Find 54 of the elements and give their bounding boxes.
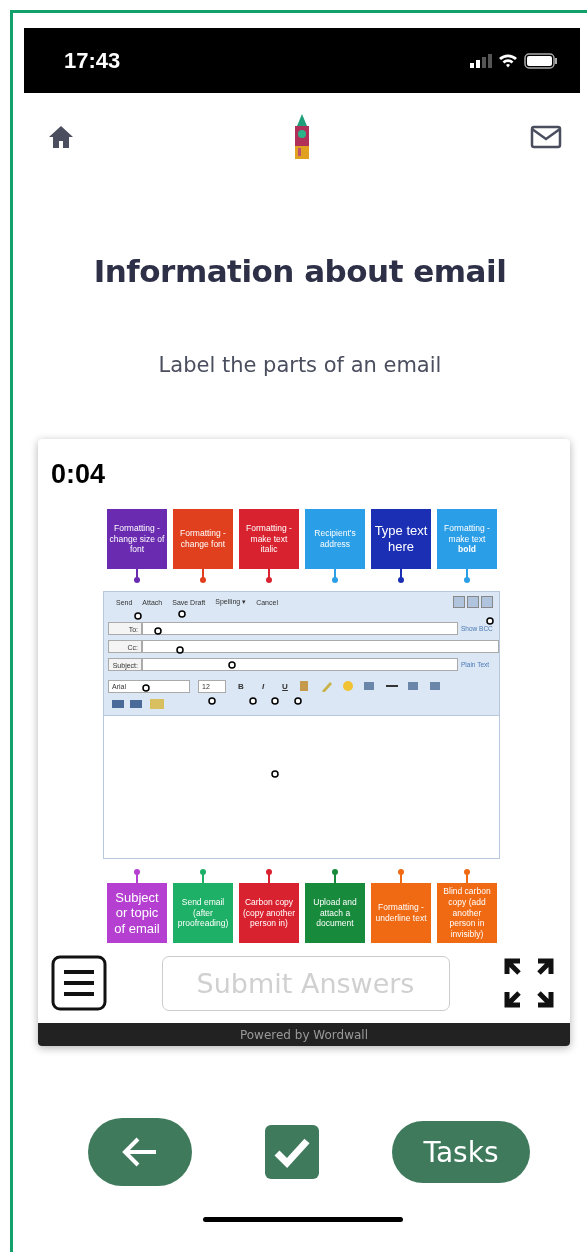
answer-label[interactable]: Type text here [371, 509, 431, 569]
battery-icon [524, 52, 558, 69]
input-field[interactable] [142, 640, 499, 653]
pin-icon [398, 869, 404, 883]
fullscreen-icon[interactable] [504, 958, 554, 1008]
pin-icon [332, 569, 338, 583]
drop-target-icon[interactable] [228, 661, 236, 669]
answer-label[interactable]: Carbon copy (copy another person in) [239, 883, 299, 943]
drop-target-icon[interactable] [294, 697, 302, 705]
drop-target-icon[interactable] [208, 697, 216, 705]
answer-label[interactable]: Formatting - change font [173, 509, 233, 569]
left-arrow-icon [122, 1137, 158, 1167]
wifi-icon [498, 53, 518, 68]
signal-icon [470, 53, 492, 68]
pin-icon [266, 569, 272, 583]
drop-target-icon[interactable] [486, 617, 494, 625]
page-subtitle: Label the parts of an email [157, 353, 443, 377]
tasks-button[interactable]: Tasks [392, 1121, 530, 1183]
format-button[interactable]: I [256, 681, 270, 691]
drop-target-icon[interactable] [142, 684, 150, 692]
pin-icon [134, 869, 140, 883]
pin-icon [266, 869, 272, 883]
input-field[interactable] [142, 658, 458, 671]
page-title: Information about email [92, 253, 508, 289]
drop-target-icon[interactable] [249, 697, 257, 705]
drop-target-icon[interactable] [271, 697, 279, 705]
checkbox-icon[interactable] [265, 1125, 319, 1179]
pin-icon [332, 869, 338, 883]
powered-by-text: Powered by Wordwall [239, 1027, 368, 1042]
format-button[interactable]: B [234, 681, 248, 691]
drop-target-icon[interactable] [271, 770, 279, 778]
answer-label[interactable]: Upload and attach a document [305, 883, 365, 943]
answer-label[interactable]: Formatting - make text italic [239, 509, 299, 569]
mail-icon[interactable] [530, 125, 562, 149]
pin-icon [464, 869, 470, 883]
drop-target-icon[interactable] [154, 627, 162, 635]
answer-label[interactable]: Subject or topic of email [107, 883, 167, 943]
message-body-field[interactable] [104, 715, 499, 858]
pin-icon [398, 569, 404, 583]
home-icon[interactable] [48, 125, 74, 149]
format-button[interactable]: U [278, 681, 292, 691]
answer-label[interactable]: Formatting - change size of font [107, 509, 167, 569]
timer: 0:04 [50, 458, 107, 491]
menu-icon[interactable] [51, 955, 107, 1011]
pin-icon [134, 569, 140, 583]
pin-icon [200, 869, 206, 883]
view-buttons-icon [453, 596, 493, 608]
pin-icon [464, 569, 470, 583]
clock: 17:43 [64, 47, 121, 74]
pin-icon [200, 569, 206, 583]
drop-target-icon[interactable] [134, 612, 142, 620]
drop-target-icon[interactable] [176, 646, 184, 654]
input-field[interactable] [142, 622, 458, 635]
drop-target-icon[interactable] [178, 610, 186, 618]
